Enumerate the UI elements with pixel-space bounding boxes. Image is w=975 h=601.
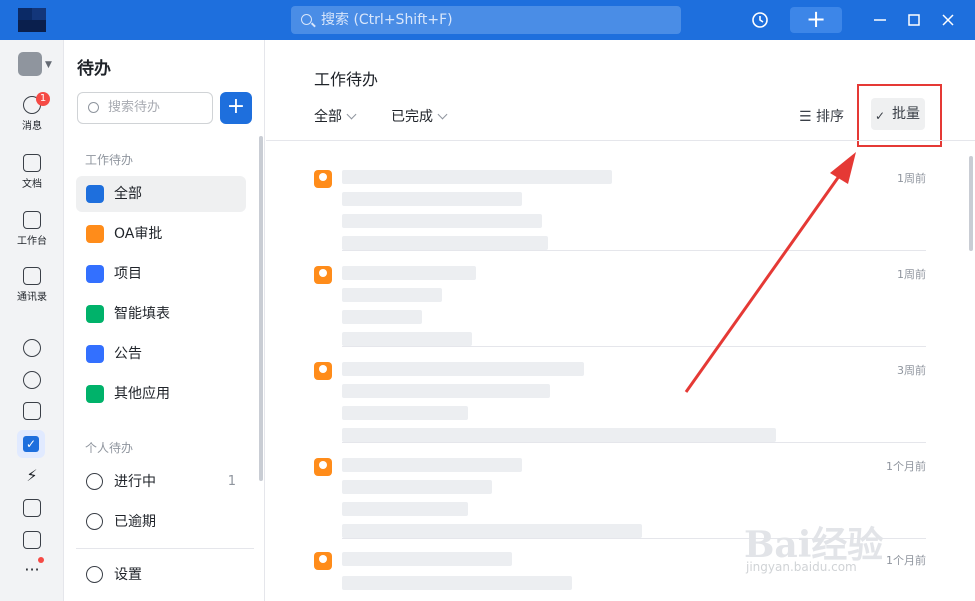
todo-icon[interactable]: ✓ [17, 430, 45, 458]
main-scrollbar[interactable] [969, 156, 973, 251]
nav-all[interactable]: 全部 [76, 176, 246, 212]
chevron-down-icon [437, 109, 448, 120]
nav-in-progress[interactable]: 进行中 1 [76, 464, 246, 500]
add-todo-button[interactable]: + [220, 92, 252, 124]
divider [342, 442, 926, 443]
search-icon [301, 14, 312, 25]
checkbox-icon [86, 185, 104, 203]
clock-icon [86, 473, 103, 490]
create-button[interactable]: + [790, 7, 842, 33]
avatar [314, 266, 332, 284]
personal-todo-section: 个人待办 [85, 441, 134, 455]
user-alert-icon [86, 513, 103, 530]
nav-oa-approval[interactable]: OA审批 [76, 216, 246, 252]
work-todo-section: 工作待办 [85, 153, 134, 167]
rail-messages[interactable]: 消息 [0, 96, 64, 132]
global-search-input[interactable]: 搜索 (Ctrl+Shift+F) [291, 6, 681, 34]
gear-icon [86, 566, 103, 583]
phone-icon[interactable] [23, 339, 41, 357]
todo-sidebar: 待办 搜索待办 + 工作待办 全部 OA审批 项目 智能填表 公告 其他应用 个… [65, 40, 265, 601]
caret-down-icon[interactable]: ▼ [45, 60, 52, 70]
filter-status-dropdown[interactable]: 已完成 [391, 106, 448, 126]
nav-smart-form[interactable]: 智能填表 [76, 296, 246, 332]
project-icon [86, 265, 104, 283]
divider [342, 346, 926, 347]
sidebar-title: 待办 [77, 59, 111, 79]
notification-dot [38, 557, 44, 563]
avatar [314, 552, 332, 570]
sort-button[interactable]: ☰ 排序 [799, 106, 844, 126]
minimize-icon[interactable] [870, 10, 890, 30]
calendar-icon[interactable] [23, 402, 41, 420]
document-icon [23, 154, 41, 172]
page-title: 工作待办 [314, 70, 379, 89]
chevron-down-icon [346, 109, 357, 120]
organization-icon[interactable] [18, 52, 42, 76]
apps-icon [86, 385, 104, 403]
rail-workspace[interactable]: 工作台 [0, 211, 64, 247]
nav-announcement[interactable]: 公告 [76, 336, 246, 372]
more-icon[interactable]: ··· [0, 560, 64, 579]
sort-icon: ☰ [799, 109, 817, 125]
mail-icon[interactable] [23, 531, 41, 549]
approval-icon [86, 225, 104, 243]
contacts-icon [23, 267, 41, 285]
watermark-url: jingyan.baidu.com [746, 560, 857, 574]
message-badge: 1 [36, 92, 50, 106]
grid-icon [23, 211, 41, 229]
todo-search-input[interactable]: 搜索待办 [77, 92, 213, 124]
avatar [314, 362, 332, 380]
maximize-icon[interactable] [904, 10, 924, 30]
divider [342, 250, 926, 251]
search-icon [88, 102, 99, 113]
highlight-box [857, 84, 942, 147]
nav-project[interactable]: 项目 [76, 256, 246, 292]
close-icon[interactable] [938, 10, 958, 30]
avatar [314, 170, 332, 188]
nav-other-apps[interactable]: 其他应用 [76, 376, 246, 412]
sidebar-scrollbar[interactable] [259, 136, 263, 481]
rail-contacts[interactable]: 通讯录 [0, 267, 64, 303]
megaphone-icon [86, 345, 104, 363]
app-logo [18, 8, 46, 32]
history-icon[interactable] [746, 0, 774, 40]
nav-overdue[interactable]: 已逾期 [76, 504, 246, 540]
rail-docs[interactable]: 文档 [0, 154, 64, 190]
filter-all-dropdown[interactable]: 全部 [314, 106, 357, 126]
tools-icon[interactable] [23, 499, 41, 517]
nav-settings[interactable]: 设置 [76, 557, 246, 593]
lightning-icon[interactable]: ⚡ [0, 466, 64, 485]
divider [266, 140, 975, 141]
title-bar: 搜索 (Ctrl+Shift+F) + [0, 0, 975, 40]
cloud-icon[interactable] [23, 371, 41, 389]
avatar [314, 458, 332, 476]
form-icon [86, 305, 104, 323]
divider [76, 548, 254, 549]
